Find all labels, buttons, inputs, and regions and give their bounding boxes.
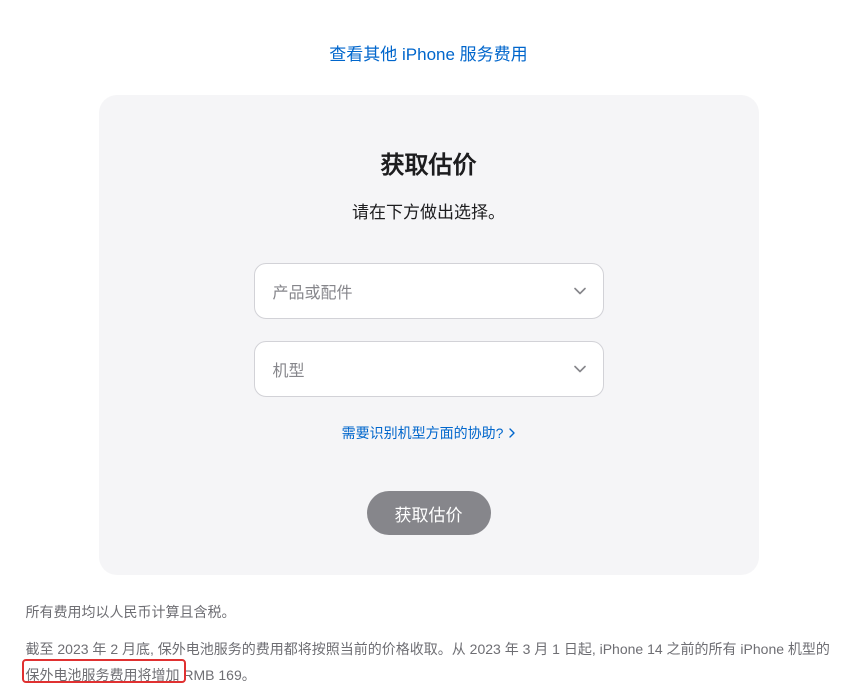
submit-row: 获取估价 [139,491,719,535]
product-select[interactable]: 产品或配件 [254,263,604,319]
model-select-wrap: 机型 [254,341,604,397]
estimate-card: 获取估价 请在下方做出选择。 产品或配件 机型 需要识别机型方面的协助? 获取估… [99,95,759,575]
chevron-right-icon [509,428,515,438]
help-link-label: 需要识别机型方面的协助? [342,423,504,443]
product-select-placeholder: 产品或配件 [273,279,353,303]
model-select[interactable]: 机型 [254,341,604,397]
model-select-placeholder: 机型 [273,357,305,381]
card-subtitle: 请在下方做出选择。 [139,198,719,223]
footnote-tax: 所有费用均以人民币计算且含税。 [26,599,832,626]
footnotes: 所有费用均以人民币计算且含税。 截至 2023 年 2 月底, 保外电池服务的费… [14,599,844,689]
top-link-container: 查看其他 iPhone 服务费用 [0,0,857,95]
other-services-link[interactable]: 查看其他 iPhone 服务费用 [329,45,527,64]
product-select-wrap: 产品或配件 [254,263,604,319]
get-estimate-button[interactable]: 获取估价 [367,491,491,535]
card-title: 获取估价 [139,145,719,180]
help-identify-model-link[interactable]: 需要识别机型方面的协助? [342,423,516,443]
footnote-price-change: 截至 2023 年 2 月底, 保外电池服务的费用都将按照当前的价格收取。从 2… [26,636,832,689]
